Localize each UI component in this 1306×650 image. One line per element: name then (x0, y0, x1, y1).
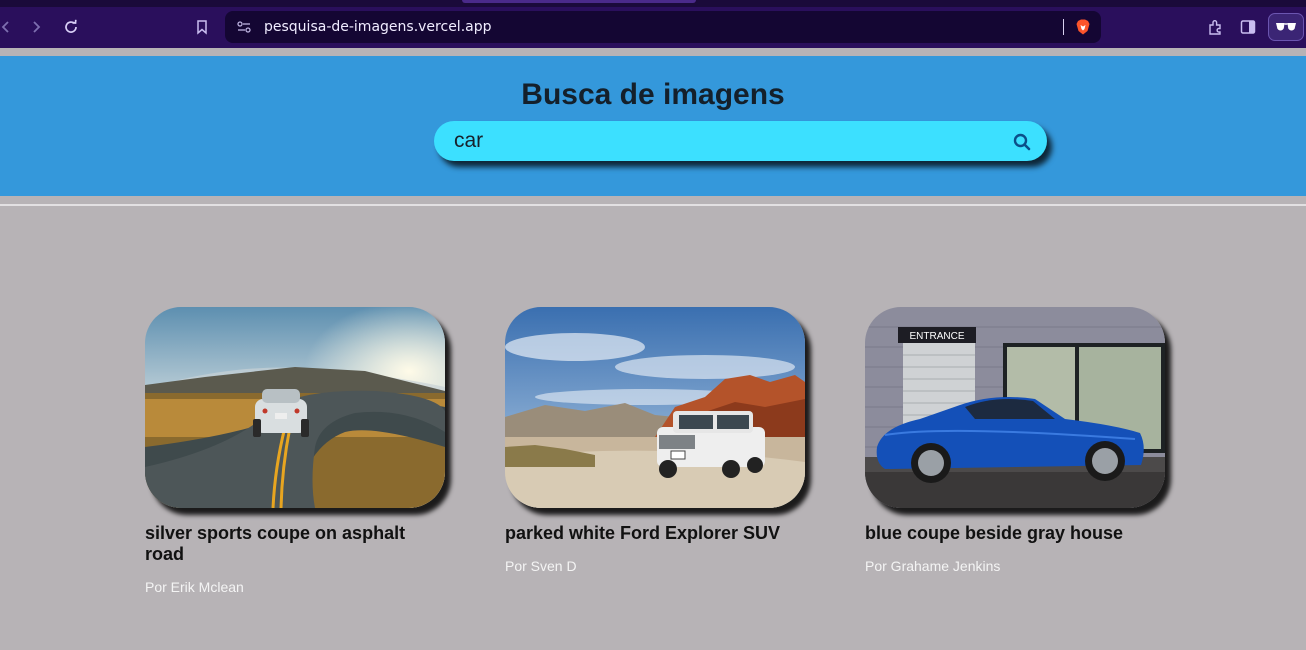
result-title[interactable]: parked white Ford Explorer SUV (505, 523, 805, 544)
result-title[interactable]: silver sports coupe on asphalt road (145, 523, 445, 565)
page-title: Busca de imagens (521, 78, 785, 111)
brave-shield-icon[interactable] (1074, 18, 1092, 36)
result-card[interactable]: parked white Ford Explorer SUV Por Sven … (505, 307, 805, 574)
toolbar-bottom-strip (0, 48, 1306, 56)
back-icon[interactable] (0, 17, 16, 37)
search-icon (1013, 133, 1031, 151)
active-tab-indicator[interactable] (462, 0, 696, 3)
result-card[interactable]: ENTRANCE blue coupe beside gray house Po… (865, 307, 1165, 574)
result-image[interactable] (505, 307, 805, 508)
profile-icon[interactable] (1268, 13, 1304, 41)
result-author: Por Erik Mclean (145, 579, 244, 595)
bookmark-icon[interactable] (192, 17, 212, 37)
result-card[interactable]: silver sports coupe on asphalt road Por … (145, 307, 445, 595)
address-bar[interactable]: pesquisa-de-imagens.vercel.app (225, 11, 1101, 43)
result-author: Por Sven D (505, 558, 577, 574)
entrance-sign: ENTRANCE (909, 331, 964, 342)
forward-icon[interactable] (26, 17, 46, 37)
result-title[interactable]: blue coupe beside gray house (865, 523, 1165, 544)
url-separator (1063, 19, 1064, 35)
sidebar-icon[interactable] (1238, 17, 1258, 37)
result-image[interactable] (145, 307, 445, 508)
reload-icon[interactable] (61, 17, 81, 37)
result-image[interactable]: ENTRANCE (865, 307, 1165, 508)
header-divider (0, 204, 1306, 206)
browser-tab-strip (0, 0, 1306, 7)
extensions-icon[interactable] (1206, 17, 1226, 37)
search-button[interactable] (1010, 130, 1034, 154)
search-box (434, 121, 1047, 161)
search-input[interactable] (454, 121, 994, 161)
page-header: Busca de imagens (0, 56, 1306, 196)
site-settings-icon[interactable] (235, 18, 253, 36)
result-author: Por Grahame Jenkins (865, 558, 1001, 574)
browser-toolbar: pesquisa-de-imagens.vercel.app (0, 7, 1306, 48)
url-text[interactable]: pesquisa-de-imagens.vercel.app (264, 19, 492, 35)
